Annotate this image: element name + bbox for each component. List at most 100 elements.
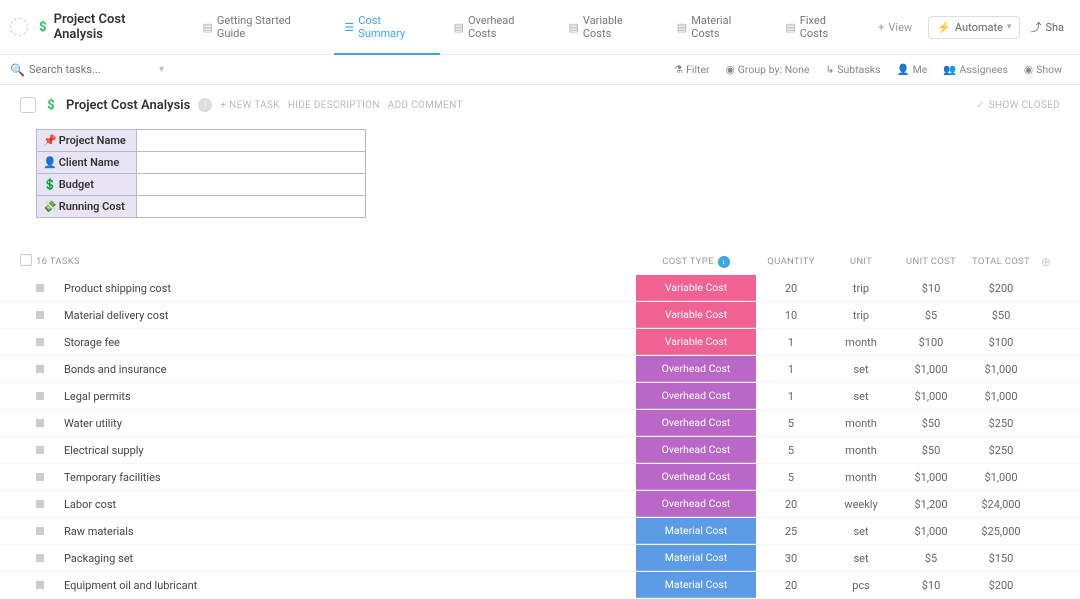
task-unit[interactable]: trip <box>826 309 896 322</box>
task-total-cost[interactable]: $1,000 <box>966 363 1036 376</box>
task-total-cost[interactable]: $100 <box>966 336 1036 349</box>
task-quantity[interactable]: 20 <box>756 498 826 511</box>
task-quantity[interactable]: 20 <box>756 579 826 592</box>
new-task-button[interactable]: + NEW TASK <box>220 100 279 111</box>
task-unit-cost[interactable]: $1,000 <box>896 390 966 403</box>
col-quantity[interactable]: QUANTITY <box>756 256 826 267</box>
task-row[interactable]: Temporary facilities Overhead Cost 5 mon… <box>0 464 1080 491</box>
subtasks-button[interactable]: ↳Subtasks <box>817 59 888 80</box>
task-name[interactable]: Storage fee <box>36 330 636 355</box>
task-status[interactable] <box>20 527 36 535</box>
task-name[interactable]: Equipment oil and lubricant <box>36 573 636 598</box>
task-name[interactable]: Labor cost <box>36 492 636 517</box>
me-button[interactable]: 👤Me <box>889 59 936 80</box>
task-total-cost[interactable]: $1,000 <box>966 471 1036 484</box>
task-total-cost[interactable]: $200 <box>966 282 1036 295</box>
tab-fixed-costs[interactable]: ▤Fixed Costs <box>775 6 866 48</box>
page-title[interactable]: Project Cost Analysis <box>66 98 190 113</box>
filter-button[interactable]: ⚗Filter <box>666 59 718 80</box>
task-cost-type[interactable]: Variable Cost <box>636 275 756 301</box>
task-cost-type[interactable]: Overhead Cost <box>636 491 756 517</box>
task-unit[interactable]: set <box>826 390 896 403</box>
automate-button[interactable]: ⚡Automate▾ <box>928 16 1020 39</box>
task-cost-type[interactable]: Material Cost <box>636 545 756 571</box>
task-cost-type[interactable]: Overhead Cost <box>636 356 756 382</box>
task-unit[interactable]: month <box>826 336 896 349</box>
task-unit-cost[interactable]: $5 <box>896 309 966 322</box>
task-row[interactable]: Material delivery cost Variable Cost 10 … <box>0 302 1080 329</box>
folder-title[interactable]: Project Cost Analysis <box>54 12 177 42</box>
task-name[interactable]: Temporary facilities <box>36 465 636 490</box>
task-status[interactable] <box>20 554 36 562</box>
task-status[interactable] <box>20 365 36 373</box>
search-wrap[interactable]: 🔍 ▾ <box>10 63 666 77</box>
group-by-button[interactable]: ◉Group by: None <box>718 59 818 80</box>
tab-cost-summary[interactable]: ☰Cost Summary <box>334 6 439 48</box>
task-row[interactable]: Raw materials Material Cost 25 set $1,00… <box>0 518 1080 545</box>
task-total-cost[interactable]: $200 <box>966 579 1036 592</box>
share-button[interactable]: ⤴Sha <box>1024 15 1070 39</box>
task-unit[interactable]: trip <box>826 282 896 295</box>
task-total-cost[interactable]: $250 <box>966 417 1036 430</box>
task-row[interactable]: Labor cost Overhead Cost 20 weekly $1,20… <box>0 491 1080 518</box>
task-unit-cost[interactable]: $1,000 <box>896 471 966 484</box>
show-button[interactable]: ◉Show <box>1016 59 1070 80</box>
task-status[interactable] <box>20 500 36 508</box>
assignees-button[interactable]: 👥Assignees <box>935 59 1016 80</box>
task-row[interactable]: Legal permits Overhead Cost 1 set $1,000… <box>0 383 1080 410</box>
task-quantity[interactable]: 20 <box>756 282 826 295</box>
task-status[interactable] <box>20 446 36 454</box>
task-quantity[interactable]: 30 <box>756 552 826 565</box>
task-quantity[interactable]: 1 <box>756 336 826 349</box>
task-quantity[interactable]: 5 <box>756 471 826 484</box>
task-cost-type[interactable]: Overhead Cost <box>636 383 756 409</box>
task-name[interactable]: Product shipping cost <box>36 276 636 301</box>
summary-value[interactable] <box>137 130 366 152</box>
task-cost-type[interactable]: Material Cost <box>636 572 756 598</box>
task-unit[interactable]: month <box>826 444 896 457</box>
task-unit-cost[interactable]: $10 <box>896 579 966 592</box>
task-total-cost[interactable]: $25,000 <box>966 525 1036 538</box>
task-unit[interactable]: set <box>826 552 896 565</box>
task-quantity[interactable]: 5 <box>756 444 826 457</box>
task-unit-cost[interactable]: $5 <box>896 552 966 565</box>
task-status[interactable] <box>20 419 36 427</box>
task-status[interactable] <box>20 284 36 292</box>
hide-description-button[interactable]: HIDE DESCRIPTION <box>288 100 380 111</box>
task-name[interactable]: Electrical supply <box>36 438 636 463</box>
task-quantity[interactable]: 25 <box>756 525 826 538</box>
task-unit[interactable]: set <box>826 525 896 538</box>
task-quantity[interactable]: 1 <box>756 390 826 403</box>
task-unit-cost[interactable]: $10 <box>896 282 966 295</box>
task-unit[interactable]: pcs <box>826 579 896 592</box>
search-input[interactable] <box>29 63 149 76</box>
task-cost-type[interactable]: Overhead Cost <box>636 464 756 490</box>
task-unit-cost[interactable]: $1,200 <box>896 498 966 511</box>
add-column-button[interactable]: ⊕ <box>1036 255 1056 269</box>
tab-variable-costs[interactable]: ▤Variable Costs <box>558 6 662 48</box>
task-total-cost[interactable]: $24,000 <box>966 498 1036 511</box>
summary-value[interactable] <box>137 196 366 218</box>
task-unit[interactable]: month <box>826 417 896 430</box>
task-name[interactable]: Packaging set <box>36 546 636 571</box>
task-cost-type[interactable]: Variable Cost <box>636 302 756 328</box>
task-row[interactable]: Product shipping cost Variable Cost 20 t… <box>0 275 1080 302</box>
task-row[interactable]: Electrical supply Overhead Cost 5 month … <box>0 437 1080 464</box>
status-toggle[interactable] <box>20 97 36 113</box>
task-row[interactable]: Equipment oil and lubricant Material Cos… <box>0 572 1080 599</box>
task-unit-cost[interactable]: $50 <box>896 417 966 430</box>
task-row[interactable]: Packaging set Material Cost 30 set $5 $1… <box>0 545 1080 572</box>
add-view-button[interactable]: +View <box>870 15 920 40</box>
task-quantity[interactable]: 10 <box>756 309 826 322</box>
task-unit-cost[interactable]: $1,000 <box>896 525 966 538</box>
col-total-cost[interactable]: TOTAL COST <box>966 256 1036 267</box>
status-toggle[interactable] <box>20 254 36 269</box>
tab-overhead-costs[interactable]: ▤Overhead Costs <box>444 6 555 48</box>
task-name[interactable]: Material delivery cost <box>36 303 636 328</box>
task-quantity[interactable]: 1 <box>756 363 826 376</box>
show-closed-button[interactable]: ✓SHOW CLOSED <box>976 100 1060 111</box>
task-status[interactable] <box>20 311 36 319</box>
task-cost-type[interactable]: Variable Cost <box>636 329 756 355</box>
task-total-cost[interactable]: $50 <box>966 309 1036 322</box>
task-status[interactable] <box>20 392 36 400</box>
